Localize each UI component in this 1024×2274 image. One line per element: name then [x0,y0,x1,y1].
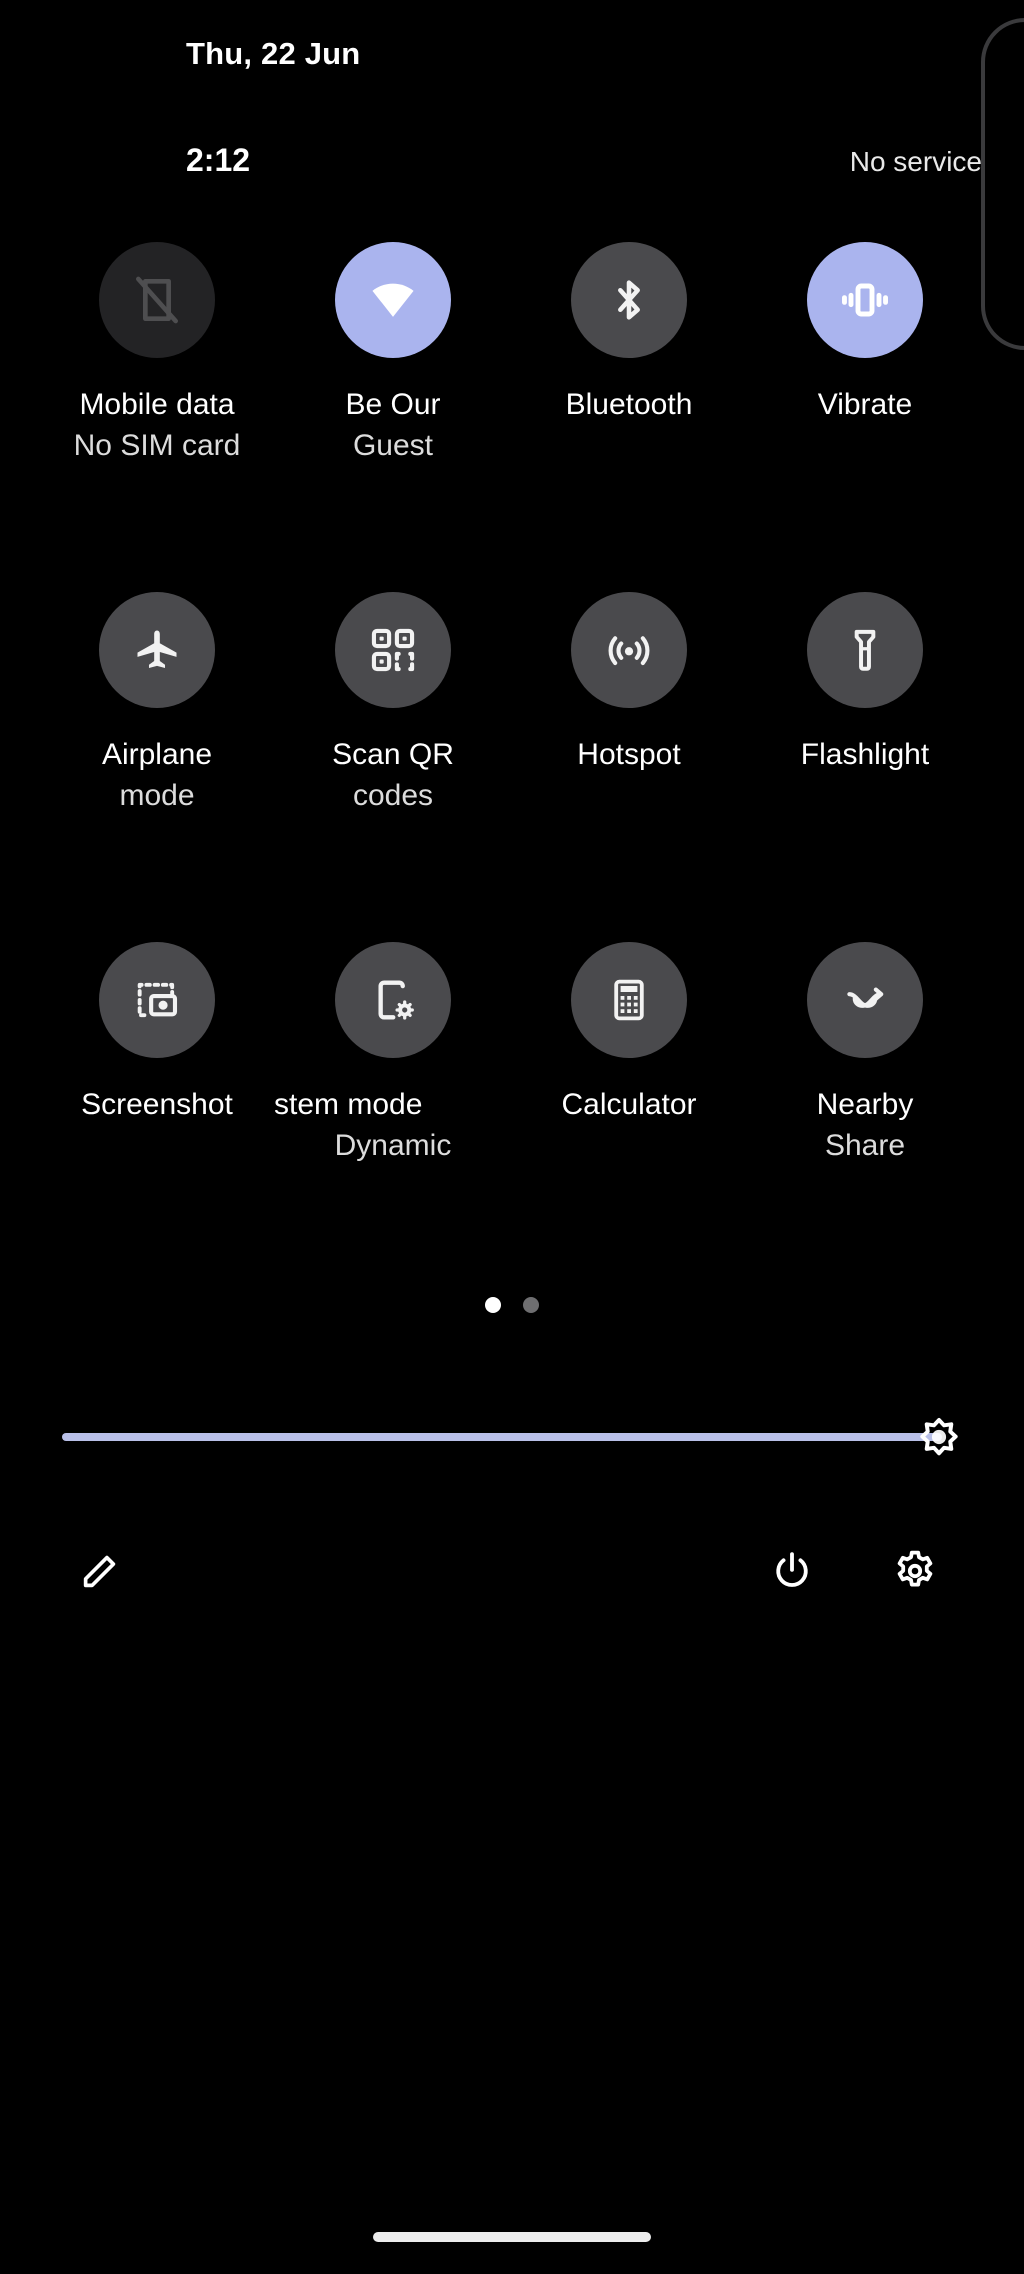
power-icon[interactable] [757,1536,827,1606]
brightness-slider[interactable] [62,1412,964,1462]
brightness-slider-track[interactable] [62,1433,942,1441]
tile-sublabel: codes [352,779,434,812]
home-gesture-pill[interactable] [373,2232,651,2242]
hotspot-icon[interactable] [571,592,687,708]
screenshot-icon[interactable] [99,942,215,1058]
tile-flashlight[interactable]: Flashlight [747,592,983,775]
tile-label: Mobile data [79,388,235,421]
tile-calculator[interactable]: Calculator [511,942,747,1125]
tile-label: Screenshot [81,1088,233,1121]
navigation-bar [0,2200,1024,2274]
page-dot-1[interactable] [484,1296,501,1313]
status-header: Thu, 22 Jun 2:12 No service [0,0,1024,220]
tile-screenshot[interactable]: Screenshot [39,942,275,1125]
tile-label: Calculator [561,1088,697,1121]
pencil-icon[interactable] [65,1536,135,1606]
tile-label-group: Screenshot [39,1084,275,1125]
tile-label: Flashlight [800,738,930,771]
tile-label-group: Flashlight [747,734,983,775]
tile-label-group: System mode Dynamic [275,1084,511,1166]
tile-wifi[interactable]: Be Our Guest [275,242,511,466]
status-date: Thu, 22 Jun [186,36,361,71]
tile-label: System mode [275,1088,423,1121]
tile-scan-qr-codes[interactable]: Scan QR codes [275,592,511,816]
qr-code-icon[interactable] [335,592,451,708]
tile-label-group: Hotspot [511,734,747,775]
tile-vibrate[interactable]: Vibrate [747,242,983,425]
gear-icon[interactable] [880,1536,950,1606]
quick-settings-grid: Mobile data No SIM card Be Our Guest Blu… [0,242,1024,1292]
flashlight-icon[interactable] [807,592,923,708]
tile-label-group: Airplane mode [39,734,275,816]
tile-label: Nearby [816,1088,914,1121]
airplane-icon[interactable] [99,592,215,708]
nearby-share-icon[interactable] [807,942,923,1058]
tile-hotspot[interactable]: Hotspot [511,592,747,775]
carrier-status-label: No service [849,146,982,177]
wifi-icon[interactable] [335,242,451,358]
tile-label: Bluetooth [565,388,693,421]
page-dot-2[interactable] [523,1296,540,1313]
tile-label: Scan QR [332,738,454,771]
tile-label: Be Our [345,388,441,421]
tile-mobile-data[interactable]: Mobile data No SIM card [39,242,275,466]
tile-sublabel: Share [824,1129,906,1162]
tile-airplane-mode[interactable]: Airplane mode [39,592,275,816]
tile-sublabel: Dynamic [334,1129,452,1162]
tile-label-group: Calculator [511,1084,747,1125]
system-mode-icon[interactable] [335,942,451,1058]
brightness-icon[interactable] [914,1412,964,1462]
tile-label-group: Nearby Share [747,1084,983,1166]
tile-label: Hotspot [577,738,681,771]
tile-sublabel: mode [119,779,195,812]
tile-label-group: Bluetooth [511,384,747,425]
tile-bluetooth[interactable]: Bluetooth [511,242,747,425]
page-indicator [0,1296,1024,1314]
tile-system-mode[interactable]: System mode Dynamic [275,942,511,1166]
status-clock: 2:12 [186,142,251,178]
tile-label-group: Scan QR codes [275,734,511,816]
tile-label-group: Be Our Guest [275,384,511,466]
tile-sublabel: Guest [352,429,434,462]
tile-label-group: Vibrate [747,384,983,425]
tile-sublabel: No SIM card [73,429,241,462]
tile-label: Airplane [101,738,213,771]
mobile-data-off-icon[interactable] [99,242,215,358]
tile-label-group: Mobile data No SIM card [39,384,275,466]
bluetooth-icon[interactable] [571,242,687,358]
footer-actions [0,1520,1024,1620]
tile-label: Vibrate [817,388,913,421]
quick-settings-row: Screenshot System mode Dynamic [0,942,1024,1292]
tile-nearby-share[interactable]: Nearby Share [747,942,983,1166]
quick-settings-row: Mobile data No SIM card Be Our Guest Blu… [0,242,1024,592]
calculator-icon[interactable] [571,942,687,1058]
quick-settings-row: Airplane mode Scan QR codes Hotspot Flas… [0,592,1024,942]
vibrate-icon[interactable] [807,242,923,358]
